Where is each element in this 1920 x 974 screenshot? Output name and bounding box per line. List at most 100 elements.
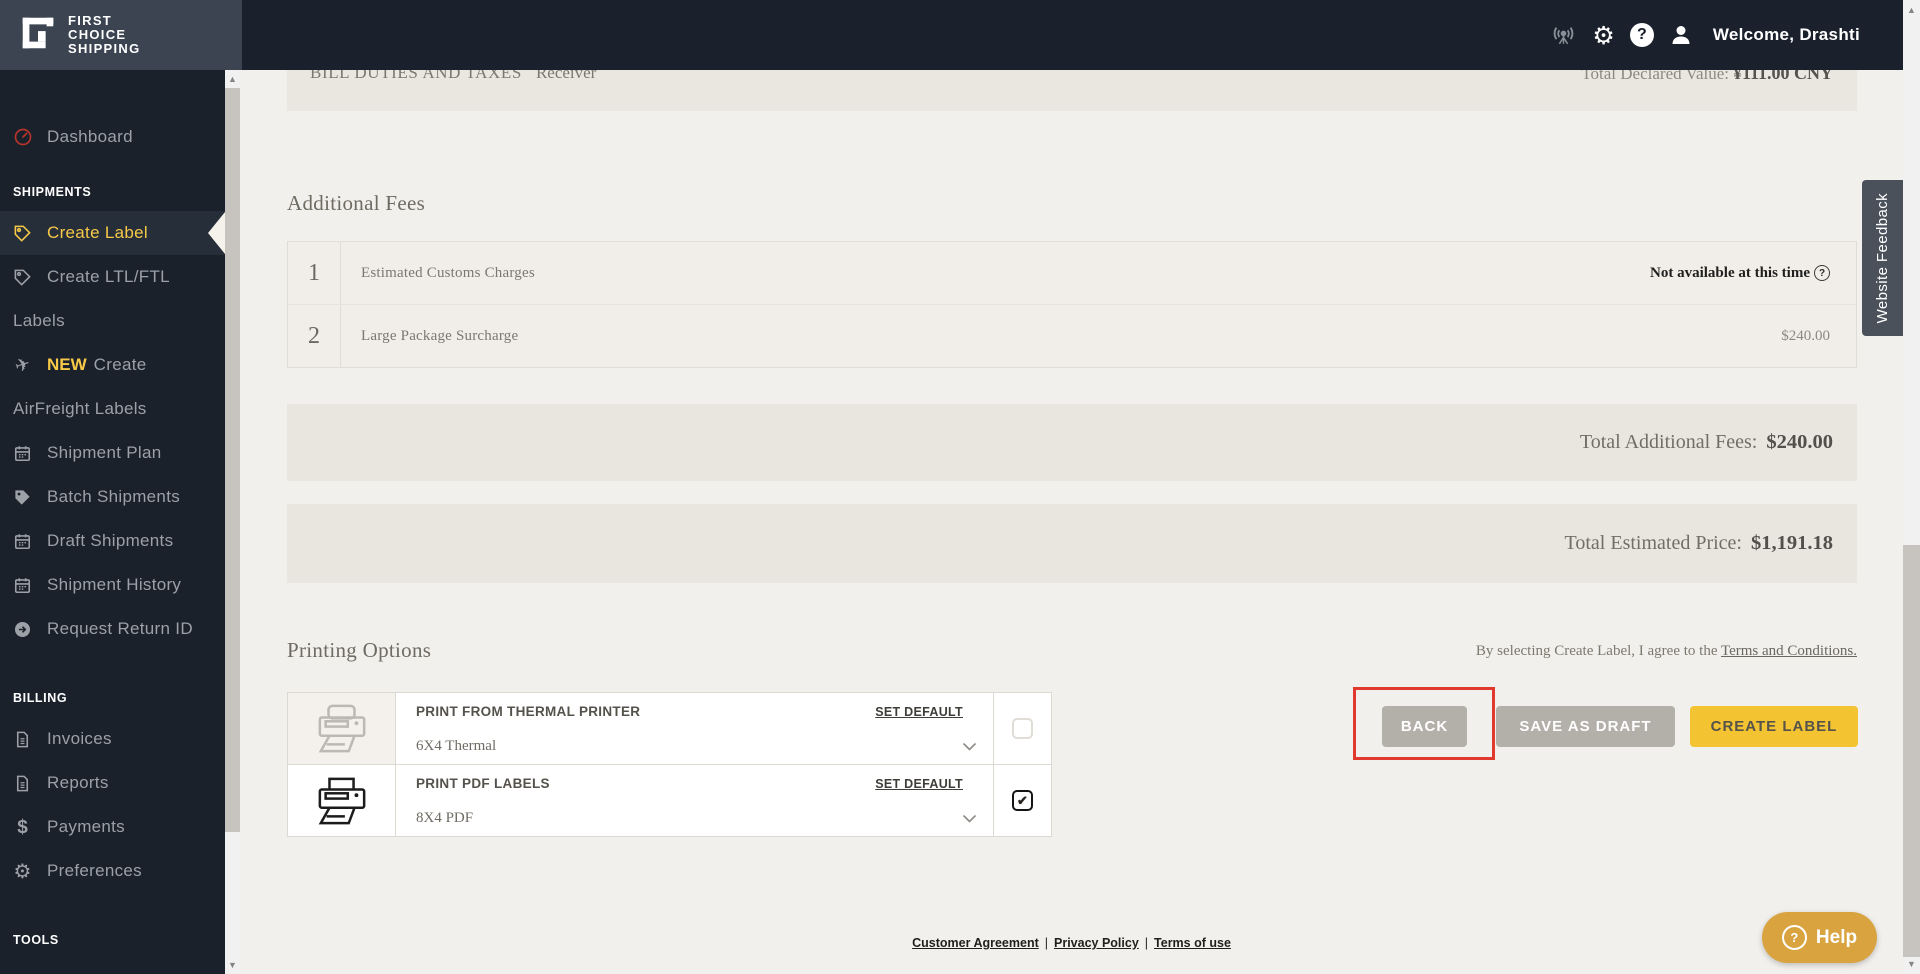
additional-fees-table: 1 Estimated Customs Charges Not available … xyxy=(287,241,1857,368)
fee-row-name: Large Package Surcharge xyxy=(361,327,519,344)
sidebar-scrollbar-thumb[interactable] xyxy=(225,88,240,832)
chevron-down-icon[interactable] xyxy=(962,742,977,751)
terms-and-conditions-link[interactable]: Terms and Conditions. xyxy=(1721,643,1857,659)
scroll-up-arrow[interactable]: ▲ xyxy=(1903,3,1920,17)
fee-row-value-text: $240.00 xyxy=(1781,327,1830,344)
user-icon[interactable] xyxy=(1669,23,1693,47)
bill-duties-value: Receiver xyxy=(535,70,597,82)
sidebar-item-label: Invoices xyxy=(47,729,112,748)
sidebar-item-label: AirFreight Labels xyxy=(13,399,147,418)
sidebar-item-label: Labels xyxy=(13,311,65,330)
fee-row-number: 1 xyxy=(288,242,341,304)
top-bar: FIRST CHOICE SHIPPING ⚙ ? Welcome, Drash… xyxy=(0,0,1920,70)
back-button[interactable]: BACK xyxy=(1382,706,1467,747)
print-option-title: PRINT PDF LABELS xyxy=(416,776,550,791)
print-option-main: PRINT FROM THERMAL PRINTER SET DEFAULT 6X4… xyxy=(396,693,993,764)
sidebar-item-label: Shipment History xyxy=(47,575,182,594)
sidebar-item-preferences[interactable]: ⚙ Preferences xyxy=(0,849,225,893)
sidebar-item-label: Preferences xyxy=(47,861,142,880)
sidebar-item-label: Shipment Plan xyxy=(47,443,162,462)
sidebar-item-invoices[interactable]: Invoices xyxy=(0,717,225,761)
sidebar-item-label: Request Return ID xyxy=(47,619,193,638)
print-option-selected-value: 6X4 Thermal xyxy=(416,738,497,754)
sidebar-item-create-ltl-ftl[interactable]: Create LTL/FTL xyxy=(0,255,225,299)
sidebar: Dashboard SHIPMENTS Create Label Create LTL… xyxy=(0,70,225,974)
chevron-down-icon[interactable] xyxy=(962,814,977,823)
footer-separator: | xyxy=(1144,936,1149,950)
sidebar-item-prefix: NEW xyxy=(47,355,87,374)
gear-icon: ⚙ xyxy=(13,859,32,883)
sidebar-item-shipment-history[interactable]: Shipment History xyxy=(0,563,225,607)
sidebar-item-reports[interactable]: Reports xyxy=(0,761,225,805)
print-option-checkbox[interactable] xyxy=(1012,718,1033,739)
sidebar-item-payments[interactable]: $ Payments xyxy=(0,805,225,849)
print-option-main: PRINT PDF LABELS SET DEFAULT 8X4 PDF xyxy=(396,765,993,836)
additional-fees-title: Additional Fees xyxy=(287,191,426,215)
sidebar-item-airfreight-labels[interactable]: AirFreight Labels xyxy=(0,387,225,431)
sidebar-nav: Dashboard SHIPMENTS Create Label Create LTL… xyxy=(0,70,225,947)
help-button[interactable]: ? Help xyxy=(1762,912,1877,963)
footer-separator: | xyxy=(1044,936,1048,950)
tag-filled-icon xyxy=(12,487,33,508)
logo[interactable]: FIRST CHOICE SHIPPING xyxy=(0,0,242,70)
sidebar-item-batch-shipments[interactable]: Batch Shipments xyxy=(0,475,225,519)
page-scrollbar-thumb[interactable] xyxy=(1903,545,1920,957)
fee-row-name: Estimated Customs Charges xyxy=(361,264,535,281)
broadcast-icon[interactable] xyxy=(1550,22,1577,49)
total-additional-fees-band: Total Additional Fees: $240.00 xyxy=(287,404,1857,481)
fee-row-estimated-customs-charges: 1 Estimated Customs Charges Not available … xyxy=(288,242,1856,304)
sidebar-section-billing: BILLING xyxy=(13,691,68,705)
bill-duties-row: BILL DUTIES AND TAXES Receiver Total Dec… xyxy=(287,70,1857,111)
sidebar-item-draft-shipments[interactable]: Draft Shipments xyxy=(0,519,225,563)
sidebar-item-label: Create LTL/FTL xyxy=(47,267,170,286)
help-circle-icon[interactable]: ? xyxy=(1629,23,1654,47)
page-scrollbar[interactable]: ▲ ▼ xyxy=(1903,0,1920,974)
document-icon xyxy=(12,729,33,750)
print-option-checkbox[interactable]: ✔ xyxy=(1012,790,1033,811)
fee-row-value: $240.00 xyxy=(1781,305,1856,367)
sidebar-item-label: Create xyxy=(93,355,147,374)
active-item-arrow xyxy=(208,212,225,254)
welcome-text: Welcome, Drashti xyxy=(1712,25,1860,44)
sidebar-section-tools: TOOLS xyxy=(13,933,59,947)
scroll-up-arrow[interactable]: ▲ xyxy=(225,72,240,86)
calendar-icon xyxy=(12,531,33,552)
calendar-icon xyxy=(12,443,33,464)
fee-row-value: Not available at this time? xyxy=(1650,242,1856,304)
bill-duties-label: BILL DUTIES AND TAXES xyxy=(310,70,522,82)
sidebar-item-dashboard[interactable]: Dashboard xyxy=(0,115,225,159)
fee-row-large-package-surcharge: 2 Large Package Surcharge $240.00 xyxy=(288,304,1856,367)
topbar-actions: ⚙ ? Welcome, Drashti xyxy=(1550,0,1860,70)
footer-link-customer-agreement[interactable]: Customer Agreement xyxy=(912,936,1039,950)
dollar-icon: $ xyxy=(17,816,28,838)
fee-row-value-text: Not available at this time xyxy=(1650,264,1810,281)
footer-link-privacy-policy[interactable]: Privacy Policy xyxy=(1054,936,1139,950)
sidebar-item-create-label[interactable]: Create Label xyxy=(0,211,225,255)
tag-icon xyxy=(12,267,33,288)
calendar-icon xyxy=(12,575,33,596)
total-estimated-price-value: $1,191.18 xyxy=(1751,532,1833,554)
print-option-row-6x4-thermal: PRINT FROM THERMAL PRINTER SET DEFAULT 6X4… xyxy=(288,693,1051,764)
website-feedback-tab[interactable]: Website Feedback xyxy=(1862,180,1903,336)
help-tooltip-icon[interactable]: ? xyxy=(1814,265,1830,281)
sidebar-item-new-create[interactable]: ✈ NEW Create xyxy=(0,343,225,387)
gear-icon[interactable]: ⚙ xyxy=(1592,23,1614,48)
print-option-selected-value: 8X4 PDF xyxy=(416,810,474,826)
sidebar-item-request-return-id[interactable]: Request Return ID xyxy=(0,607,225,651)
app-window: FIRST CHOICE SHIPPING ⚙ ? Welcome, Drash… xyxy=(0,0,1920,974)
sidebar-item-shipment-plan[interactable]: Shipment Plan xyxy=(0,431,225,475)
print-option-dropdown[interactable]: 6X4 Thermal xyxy=(416,738,977,755)
speedometer-icon xyxy=(12,127,33,148)
sidebar-item-labels[interactable]: Labels xyxy=(0,299,225,343)
thermal-printer-icon xyxy=(288,693,396,764)
create-label-button[interactable]: CREATE LABEL xyxy=(1690,706,1858,747)
scroll-down-arrow[interactable]: ▼ xyxy=(225,958,240,972)
sidebar-scrollbar[interactable]: ▲ ▼ xyxy=(225,70,240,974)
set-default-link[interactable]: SET DEFAULT xyxy=(875,777,963,791)
print-option-dropdown[interactable]: 8X4 PDF xyxy=(416,810,977,827)
set-default-link[interactable]: SET DEFAULT xyxy=(875,705,963,719)
save-as-draft-button[interactable]: SAVE AS DRAFT xyxy=(1496,706,1675,747)
scroll-down-arrow[interactable]: ▼ xyxy=(1903,957,1920,971)
footer-link-terms-of-use[interactable]: Terms of use xyxy=(1154,936,1231,950)
logo-text: FIRST CHOICE SHIPPING xyxy=(68,13,141,56)
